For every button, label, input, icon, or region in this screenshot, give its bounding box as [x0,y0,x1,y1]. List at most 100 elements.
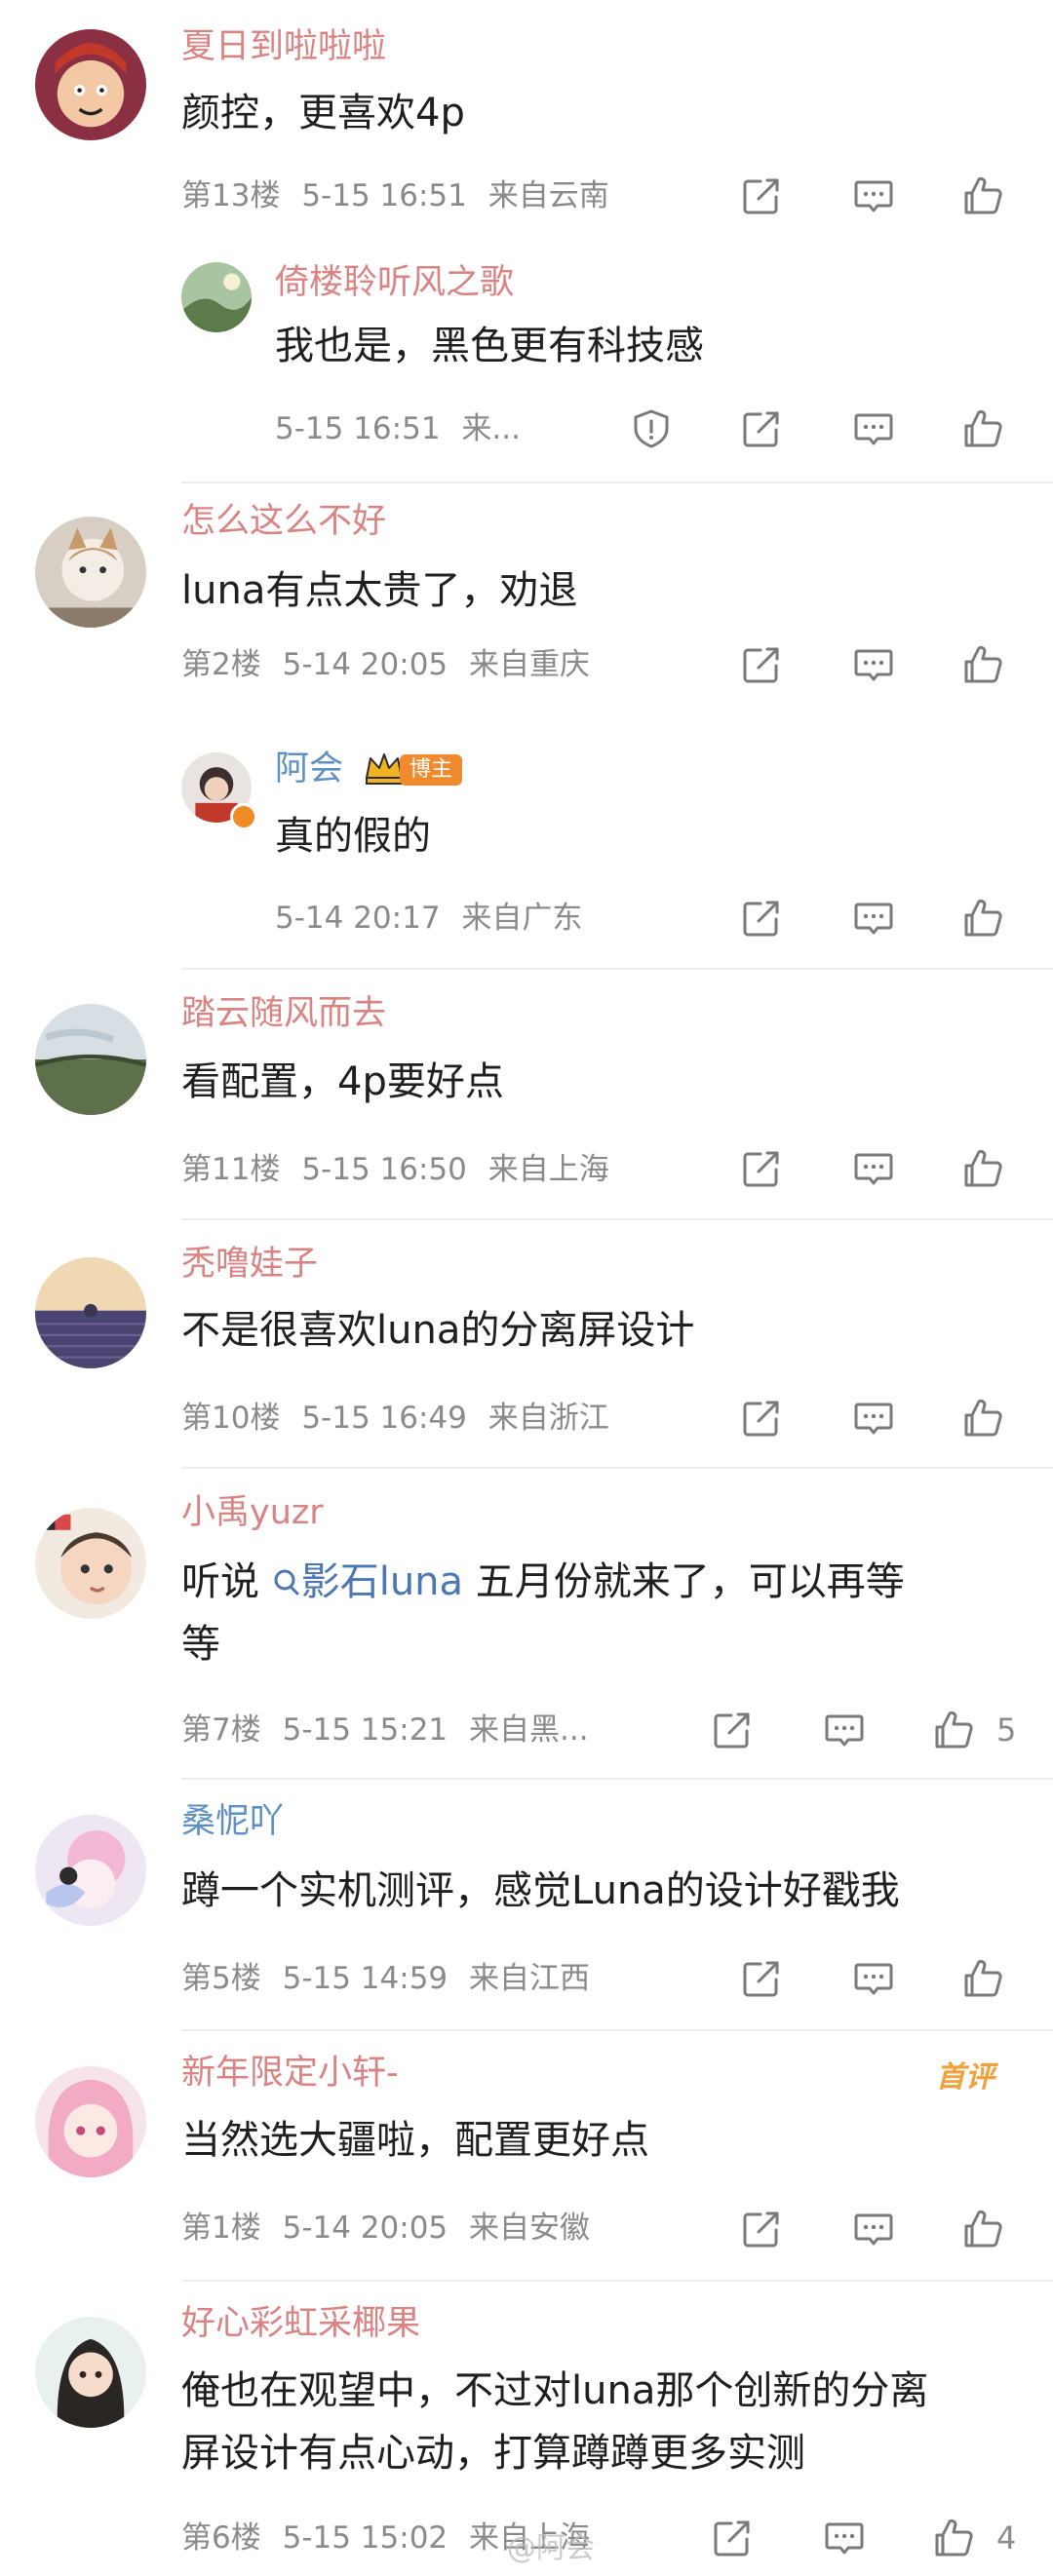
timestamp: 5-15 16:50 [301,1152,467,1187]
comment-meta: 第7楼 5-15 15:21 来自黑... [181,1711,589,1749]
username[interactable]: 新年限定小轩- [181,2051,399,2095]
comment-meta: 5-14 20:17 来自广东 [275,899,582,938]
repost-icon[interactable] [739,1956,784,2001]
timestamp: 5-14 20:17 [275,901,441,936]
avatar[interactable] [35,517,146,628]
repost-icon[interactable] [739,406,784,451]
floor-number: 第7楼 [181,1712,261,1748]
comment-icon[interactable] [851,173,896,218]
username[interactable]: 桑怩吖 [181,1799,284,1844]
floor-number: 第1楼 [181,2211,261,2246]
comment-icon[interactable] [851,406,896,451]
topic-link[interactable]: 影石luna [272,1559,476,1604]
repost-icon[interactable] [739,896,784,941]
location: 来自黑... [469,1712,589,1748]
location: 来自广东 [461,901,583,936]
username[interactable]: 好心彩虹采椰果 [181,2301,420,2346]
timestamp: 5-14 20:05 [282,647,448,682]
avatar[interactable] [35,1508,146,1619]
username[interactable]: 倚楼聆听风之歌 [275,260,514,305]
topic-label[interactable]: 影石luna [301,1559,463,1604]
comment-text: 当然选大疆啦，配置更好点 [181,2118,649,2163]
comment-list: 夏日到啦啦啦 颜控，更喜欢4p 第13楼 5-15 16:51 来自云南 倚楼聆… [0,0,1053,2576]
location: 来自江西 [469,1961,590,1996]
comment-item: 小禹yuzr 听说 影石luna 五月份就来了，可以再等 等 第7楼 5-15 … [0,1469,1053,1777]
avatar[interactable] [35,1815,146,1926]
username[interactable]: 阿会 [275,747,343,791]
avatar[interactable] [35,1004,146,1115]
repost-icon[interactable] [739,642,784,687]
username[interactable]: 夏日到啦啦啦 [181,24,386,69]
comment-text: 蹲一个实机测评，感觉Luna的设计好戳我 [181,1868,900,1913]
comment-meta: 5-15 16:51 来... [275,409,521,448]
comment-meta: 第10楼 5-15 16:49 来自浙江 [181,1399,609,1438]
floor-number: 第2楼 [181,647,261,682]
comment-meta: 第13楼 5-15 16:51 来自云南 [181,176,609,215]
comment-item: 新年限定小轩- 首评 当然选大疆啦，配置更好点 第1楼 5-14 20:05 来… [0,2031,1053,2279]
avatar[interactable] [35,2317,146,2428]
timestamp: 5-15 15:21 [282,1712,448,1748]
comment-item: 踏云随风而去 看配置，4p要好点 第11楼 5-15 16:50 来自上海 [0,970,1053,1217]
badge-label: 博主 [400,754,463,786]
comment-meta: 第5楼 5-15 14:59 来自江西 [181,1959,590,1998]
comment-icon[interactable] [822,2516,867,2560]
comment-text: 真的假的 [275,814,431,859]
username[interactable]: 秃噜娃子 [181,1242,318,1287]
like-icon[interactable] [931,2516,976,2560]
username[interactable]: 踏云随风而去 [181,991,386,1036]
like-icon[interactable] [960,1146,1005,1191]
timestamp: 5-15 16:51 [301,178,467,213]
reply-item: 倚楼聆听风之歌 我也是，黑色更有科技感 5-15 16:51 来... [0,249,1053,475]
floor-number: 第10楼 [181,1401,281,1436]
floor-number: 第6楼 [181,2520,261,2556]
comment-icon[interactable] [851,1146,896,1191]
comment-icon[interactable] [851,2207,896,2251]
repost-icon[interactable] [739,1146,784,1191]
like-icon[interactable] [960,896,1005,941]
floor-number: 第13楼 [181,178,281,213]
avatar[interactable] [35,29,146,140]
like-icon[interactable] [960,2207,1005,2251]
comment-item: 怎么这么不好 luna有点太贵了，劝退 第2楼 5-14 20:05 来自重庆 [0,483,1053,713]
username[interactable]: 怎么这么不好 [181,499,386,544]
repost-icon[interactable] [739,1396,784,1441]
repost-icon[interactable] [710,1708,755,1752]
like-icon[interactable] [931,1708,976,1752]
location: 来自上海 [488,1152,609,1187]
report-icon[interactable] [629,406,674,451]
timestamp: 5-15 14:59 [282,1961,448,1996]
comment-item: 秃噜娃子 不是很喜欢luna的分离屏设计 第10楼 5-15 16:49 来自浙… [0,1220,1053,1466]
comment-text: 颜控，更喜欢4p [181,91,465,135]
timestamp: 5-15 16:49 [301,1401,467,1436]
repost-icon[interactable] [739,173,784,218]
username[interactable]: 小禹yuzr [181,1490,324,1535]
like-icon[interactable] [960,1956,1005,2001]
comment-text: 我也是，黑色更有科技感 [275,324,704,368]
comment-text-part: 五月份就来了，可以再等 [475,1559,905,1604]
timestamp: 5-14 20:05 [282,2211,448,2246]
floor-number: 第11楼 [181,1152,281,1187]
location: 来自浙江 [488,1401,609,1436]
avatar[interactable] [35,1257,146,1368]
search-icon [274,1569,299,1596]
like-icon[interactable] [960,406,1005,451]
comment-item: 桑怩吖 蹲一个实机测评，感觉Luna的设计好戳我 第5楼 5-15 14:59 … [0,1780,1053,2028]
like-icon[interactable] [960,173,1005,218]
like-icon[interactable] [960,1396,1005,1441]
comment-icon[interactable] [851,896,896,941]
comment-meta: 第2楼 5-14 20:05 来自重庆 [181,645,590,684]
comment-text-part: 俺也在观望中，不过对luna那个创新的分离 [181,2368,929,2413]
verified-badge [230,803,257,830]
avatar[interactable] [181,262,252,332]
comment-icon[interactable] [851,642,896,687]
repost-icon[interactable] [739,2207,784,2251]
like-icon[interactable] [960,642,1005,687]
avatar[interactable] [35,2066,146,2177]
timestamp: 5-15 16:51 [275,411,441,446]
repost-icon[interactable] [710,2516,755,2560]
comment-icon[interactable] [851,1396,896,1441]
comment-icon[interactable] [851,1956,896,2001]
comment-item: 夏日到啦啦啦 颜控，更喜欢4p 第13楼 5-15 16:51 来自云南 [0,0,1053,229]
comment-text: 听说 影石luna 五月份就来了，可以再等 等 [181,1551,1020,1675]
comment-icon[interactable] [822,1708,867,1752]
